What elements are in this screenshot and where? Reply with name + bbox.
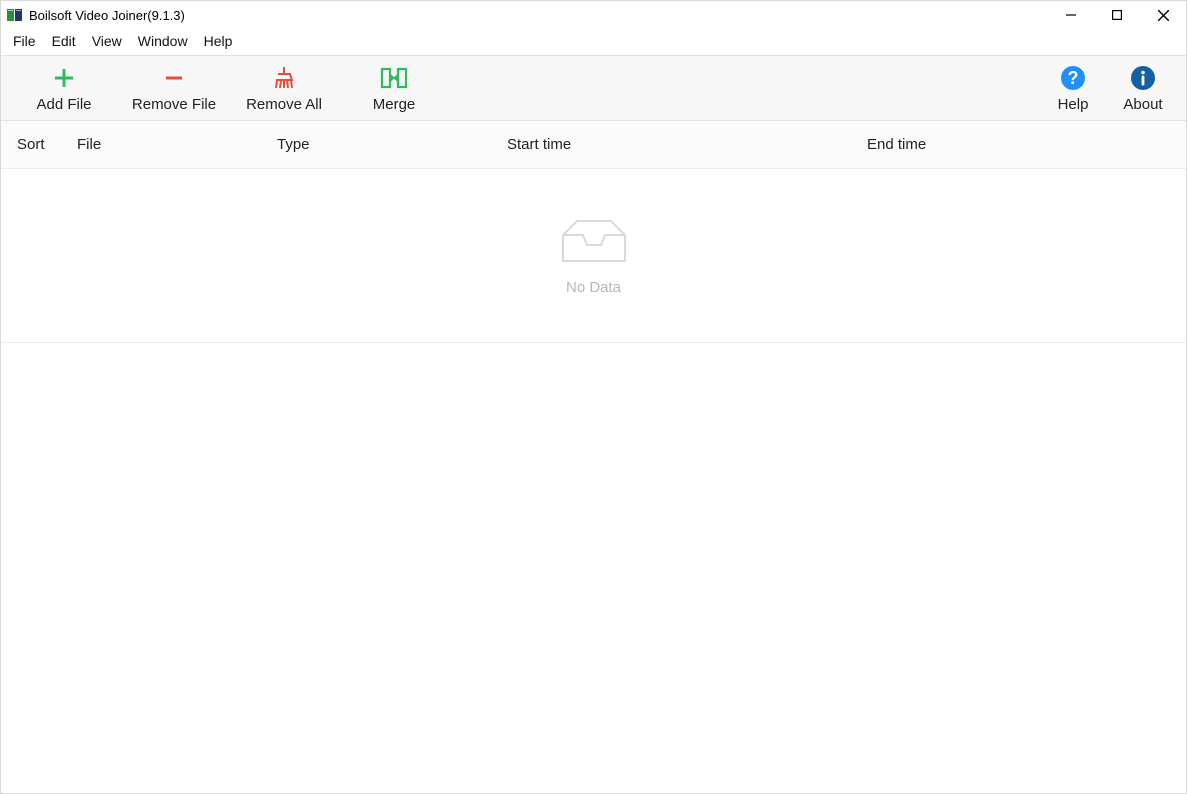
remove-all-button[interactable]: Remove All: [229, 60, 339, 117]
remove-file-button[interactable]: Remove File: [119, 60, 229, 117]
titlebar: Boilsoft Video Joiner(9.1.3): [1, 1, 1186, 29]
column-header-start[interactable]: Start time: [507, 136, 867, 153]
menubar: File Edit View Window Help: [1, 29, 1186, 55]
merge-icon: [380, 64, 408, 92]
column-header-sort[interactable]: Sort: [17, 136, 77, 153]
empty-state: No Data: [559, 217, 629, 296]
file-table-header: Sort File Type Start time End time: [1, 121, 1186, 169]
minus-icon: [162, 64, 186, 92]
empty-state-label: No Data: [566, 279, 621, 296]
help-button[interactable]: ? Help: [1038, 60, 1108, 117]
toolbar: Add File Remove File: [1, 55, 1186, 121]
file-table-body[interactable]: No Data: [1, 169, 1186, 343]
add-file-button[interactable]: Add File: [9, 60, 119, 117]
app-title: Boilsoft Video Joiner(9.1.3): [29, 8, 185, 23]
menu-file[interactable]: File: [5, 31, 44, 51]
broom-icon: [271, 64, 297, 92]
maximize-button[interactable]: [1094, 1, 1140, 29]
help-icon: ?: [1060, 64, 1086, 92]
remove-file-label: Remove File: [132, 96, 216, 113]
column-header-type[interactable]: Type: [277, 136, 507, 153]
about-label: About: [1123, 96, 1162, 113]
menu-view[interactable]: View: [84, 31, 130, 51]
minimize-button[interactable]: [1048, 1, 1094, 29]
column-header-end[interactable]: End time: [867, 136, 1170, 153]
menu-window[interactable]: Window: [130, 31, 196, 51]
merge-label: Merge: [373, 96, 416, 113]
app-icon: [7, 7, 23, 23]
column-header-file[interactable]: File: [77, 136, 277, 153]
info-icon: [1130, 64, 1156, 92]
remove-all-label: Remove All: [246, 96, 322, 113]
svg-text:?: ?: [1068, 68, 1079, 88]
menu-help[interactable]: Help: [196, 31, 241, 51]
lower-panel: [1, 343, 1186, 793]
help-label: Help: [1058, 96, 1089, 113]
about-button[interactable]: About: [1108, 60, 1178, 117]
window-controls: [1048, 1, 1186, 29]
merge-button[interactable]: Merge: [339, 60, 449, 117]
add-file-label: Add File: [36, 96, 91, 113]
inbox-icon: [559, 217, 629, 265]
menu-edit[interactable]: Edit: [44, 31, 84, 51]
close-button[interactable]: [1140, 1, 1186, 29]
plus-icon: [52, 64, 76, 92]
